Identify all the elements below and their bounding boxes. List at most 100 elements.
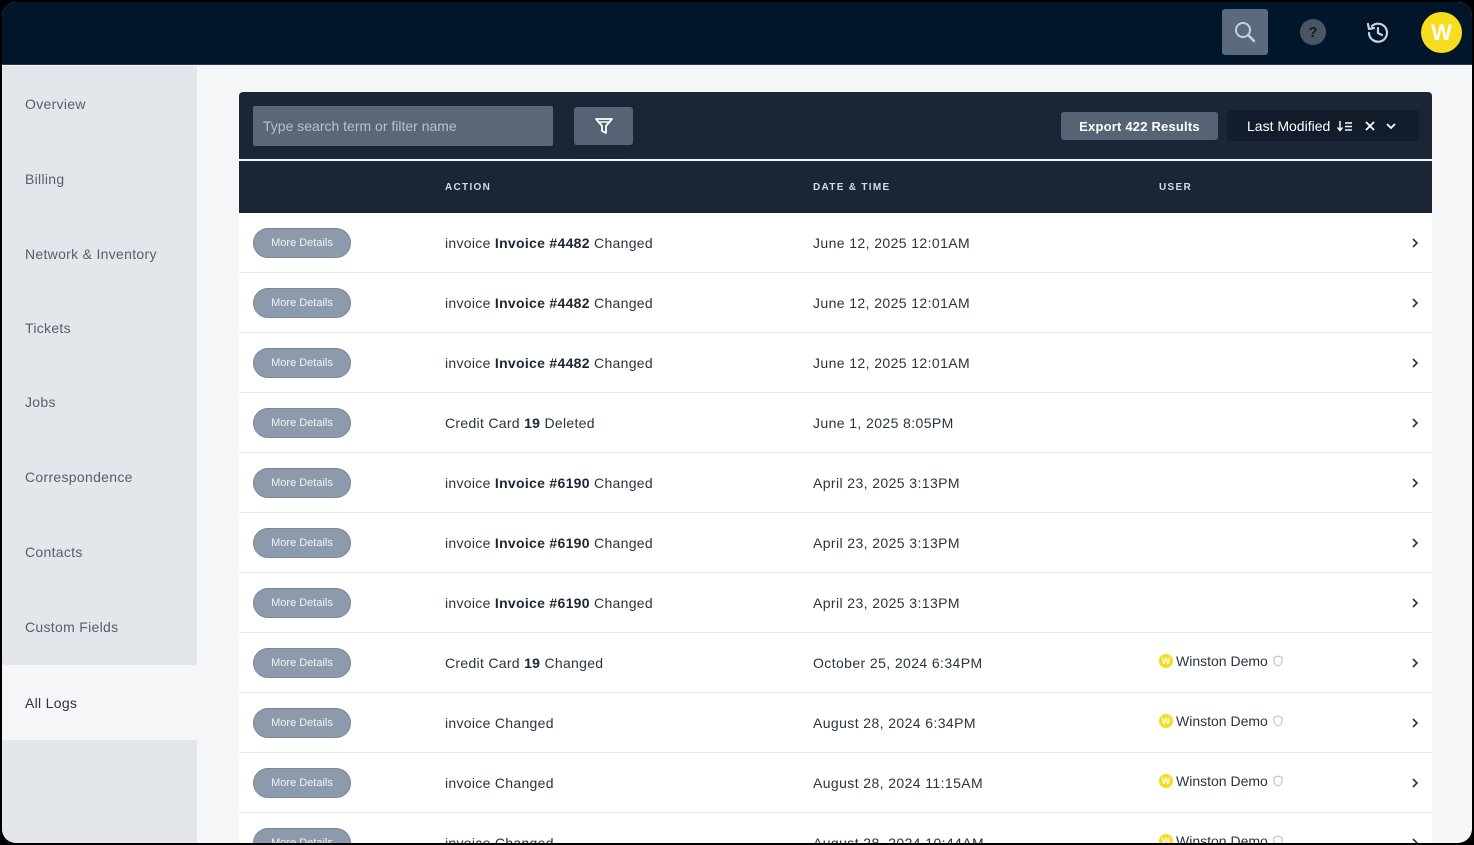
more-details-button[interactable]: More Details: [253, 528, 351, 558]
action-subject: 19: [524, 655, 541, 671]
action-prefix: invoice: [445, 355, 495, 371]
action-subject: Invoice #6190: [494, 535, 590, 551]
sidebar-item-all-logs[interactable]: All Logs: [2, 665, 197, 740]
more-details-button[interactable]: More Details: [253, 468, 351, 498]
table-row[interactable]: More Details Credit Card 19 Deleted June 1…: [239, 393, 1432, 453]
table-row[interactable]: More Details invoice Changed August 28, 20…: [239, 753, 1432, 813]
chevron-right-icon[interactable]: [1411, 237, 1419, 249]
user-avatar-icon: W: [1159, 714, 1173, 728]
user-name: Winston Demo: [1176, 653, 1268, 669]
sort-descending-icon[interactable]: [1337, 120, 1353, 132]
sort-select[interactable]: Last Modified: [1227, 110, 1419, 141]
more-details-button[interactable]: More Details: [253, 348, 351, 378]
filter-button[interactable]: [574, 107, 633, 145]
log-action: Credit Card 19 Deleted: [445, 415, 595, 431]
more-details-button[interactable]: More Details: [253, 228, 351, 258]
log-user[interactable]: W Winston Demo: [1159, 773, 1283, 789]
log-datetime: June 12, 2025 12:01AM: [813, 235, 971, 251]
action-subject: Invoice #4482: [494, 235, 590, 251]
action-prefix: invoice Changed: [445, 775, 554, 791]
table-row[interactable]: More Details invoice Invoice #6190 Change…: [239, 513, 1432, 573]
chevron-right-icon[interactable]: [1411, 417, 1419, 429]
action-subject: 19: [524, 415, 541, 431]
action-prefix: invoice: [445, 295, 495, 311]
more-details-button[interactable]: More Details: [253, 408, 351, 438]
action-prefix: invoice: [445, 475, 495, 491]
table-row[interactable]: More Details invoice Invoice #4482 Change…: [239, 273, 1432, 333]
search-button[interactable]: [1222, 9, 1268, 55]
more-details-button[interactable]: More Details: [253, 648, 351, 678]
table-row[interactable]: More Details invoice Invoice #4482 Change…: [239, 213, 1432, 273]
sidebar-item-tickets[interactable]: Tickets: [2, 290, 197, 365]
action-subject: Invoice #4482: [494, 295, 590, 311]
export-button[interactable]: Export 422 Results: [1061, 112, 1218, 140]
log-user[interactable]: W Winston Demo: [1159, 833, 1283, 843]
history-icon[interactable]: [1363, 18, 1393, 48]
shield-icon: [1273, 655, 1283, 667]
sidebar-item-correspondence[interactable]: Correspondence: [2, 439, 197, 514]
clear-sort-icon[interactable]: [1364, 120, 1376, 132]
chevron-right-icon[interactable]: [1411, 657, 1419, 669]
table-row[interactable]: More Details invoice Invoice #4482 Change…: [239, 333, 1432, 393]
sidebar-item-custom-fields[interactable]: Custom Fields: [2, 589, 197, 664]
sidebar-item-billing[interactable]: Billing: [2, 141, 197, 216]
more-details-button[interactable]: More Details: [253, 828, 351, 843]
column-header-action[interactable]: ACTION: [445, 182, 491, 193]
table-row[interactable]: More Details invoice Changed August 28, 20…: [239, 813, 1432, 843]
more-details-button[interactable]: More Details: [253, 708, 351, 738]
log-user[interactable]: W Winston Demo: [1159, 713, 1283, 729]
chevron-down-icon[interactable]: [1385, 121, 1397, 131]
table-row[interactable]: More Details invoice Invoice #6190 Change…: [239, 573, 1432, 633]
sort-label: Last Modified: [1247, 117, 1331, 134]
log-datetime: October 25, 2024 6:34PM: [813, 655, 983, 671]
logs-table-body: More Details invoice Invoice #4482 Change…: [239, 213, 1432, 843]
chevron-right-icon[interactable]: [1411, 537, 1419, 549]
chevron-right-icon[interactable]: [1411, 837, 1419, 843]
search-input[interactable]: [253, 106, 553, 146]
column-header-user[interactable]: USER: [1159, 182, 1192, 193]
action-suffix: Changed: [589, 535, 653, 551]
action-prefix: Credit Card: [445, 655, 525, 671]
more-details-button[interactable]: More Details: [253, 288, 351, 318]
action-suffix: Changed: [589, 475, 653, 491]
user-name: Winston Demo: [1176, 713, 1268, 729]
log-action: invoice Invoice #4482 Changed: [445, 355, 653, 371]
table-row[interactable]: More Details invoice Changed August 28, 20…: [239, 693, 1432, 753]
chevron-right-icon[interactable]: [1411, 777, 1419, 789]
chevron-right-icon[interactable]: [1411, 717, 1419, 729]
user-avatar[interactable]: W: [1421, 12, 1462, 53]
table-row[interactable]: More Details Credit Card 19 Changed Octobe…: [239, 633, 1432, 693]
action-subject: Invoice #4482: [494, 355, 590, 371]
shield-icon: [1273, 715, 1283, 727]
sidebar-item-contacts[interactable]: Contacts: [2, 514, 197, 589]
more-details-button[interactable]: More Details: [253, 588, 351, 618]
action-prefix: invoice: [445, 535, 495, 551]
log-datetime: June 1, 2025 8:05PM: [813, 415, 954, 431]
filter-icon: [594, 118, 613, 134]
action-prefix: invoice Changed: [445, 715, 554, 731]
user-avatar-icon: W: [1159, 654, 1173, 668]
log-datetime: August 28, 2024 11:15AM: [813, 775, 984, 791]
logs-toolbar: Export 422 Results Last Modified: [239, 92, 1432, 159]
chevron-right-icon[interactable]: [1411, 357, 1419, 369]
more-details-button[interactable]: More Details: [253, 768, 351, 798]
table-header: ACTION DATE & TIME USER: [239, 161, 1432, 213]
log-action: invoice Changed: [445, 715, 554, 731]
chevron-right-icon[interactable]: [1411, 297, 1419, 309]
log-datetime: June 12, 2025 12:01AM: [813, 355, 971, 371]
action-suffix: Deleted: [540, 415, 595, 431]
action-suffix: Changed: [589, 595, 653, 611]
chevron-right-icon[interactable]: [1411, 477, 1419, 489]
log-action: invoice Invoice #6190 Changed: [445, 595, 653, 611]
chevron-right-icon[interactable]: [1411, 597, 1419, 609]
action-prefix: Credit Card: [445, 415, 525, 431]
table-row[interactable]: More Details invoice Invoice #6190 Change…: [239, 453, 1432, 513]
log-user[interactable]: W Winston Demo: [1159, 653, 1283, 669]
log-action: invoice Invoice #6190 Changed: [445, 475, 653, 491]
sidebar-item-network-inventory[interactable]: Network & Inventory: [2, 216, 197, 291]
help-icon[interactable]: ?: [1300, 19, 1326, 45]
app-window: ? W Overview Billing Network & Inventory…: [2, 2, 1472, 843]
column-header-datetime[interactable]: DATE & TIME: [813, 182, 890, 193]
sidebar-item-overview[interactable]: Overview: [2, 66, 197, 141]
sidebar-item-jobs[interactable]: Jobs: [2, 364, 197, 439]
